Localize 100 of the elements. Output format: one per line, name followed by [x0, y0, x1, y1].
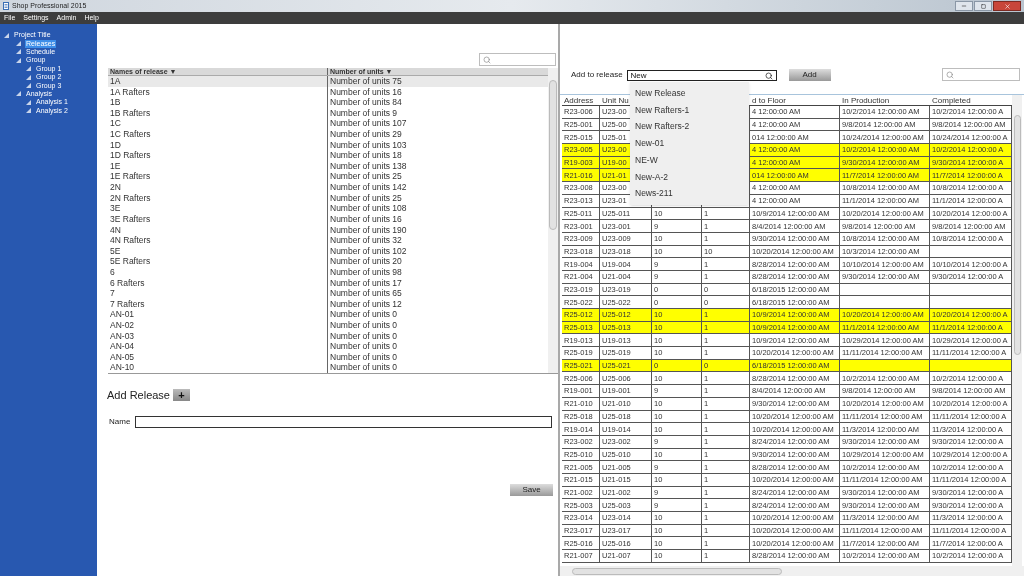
table-cell-text: Number of units 75 [329, 76, 403, 87]
table-row[interactable]: 3E Number of units 108 [108, 203, 548, 214]
table-row[interactable]: 7 Rafters Number of units 12 [108, 298, 548, 310]
table-row[interactable]: AN-02 Number of units 0 [108, 320, 548, 331]
table-row[interactable]: 1D Number of units 103 [108, 139, 548, 151]
table-cell-text: Number of units 16 [329, 213, 403, 225]
table-row[interactable]: 1B Rafters Number of units 9 [108, 107, 548, 119]
table-cell-text: Number of units 0 [329, 341, 399, 352]
table-row[interactable]: 3E Rafters Number of units 16 [108, 213, 548, 225]
table-cell-text: Number of units 103 [329, 139, 408, 151]
table-row[interactable]: 1B Number of units 84 [108, 97, 548, 108]
table-row[interactable]: 4N Rafters Number of units 32 [108, 235, 548, 246]
table-row[interactable]: 7 Number of units 65 [108, 288, 548, 299]
table-cell: 4N [108, 224, 328, 236]
table-row[interactable]: 5E Rafters Number of units 20 [108, 256, 548, 267]
table-cell-text: Number of units 9 [329, 107, 399, 119]
table-cell-text: Number of units 0 [329, 320, 399, 331]
table-row[interactable]: AN-03 Number of units 0 [108, 330, 548, 342]
table-cell: AN-05 [108, 351, 328, 363]
table-cell-text: Number of units 98 [329, 266, 403, 278]
app-icon [3, 2, 9, 10]
table-cell: 1B [108, 97, 328, 108]
table-cell-text: Number of units 18 [329, 150, 403, 161]
search-icon [946, 70, 954, 79]
table-cell-text: Number of units 0 [329, 309, 399, 320]
table-cell-text: Number of units 138 [329, 160, 408, 172]
table-cell-text: Number of units 65 [329, 288, 403, 299]
field-label: Name [109, 415, 131, 428]
table-cell-text: Number of units 0 [329, 362, 399, 374]
table-row[interactable]: 6 Number of units 98 [108, 266, 548, 278]
close-button[interactable] [993, 1, 1021, 11]
add-button[interactable]: + [173, 389, 190, 402]
section-title: Add Release [107, 388, 170, 403]
table-cell: 1C [108, 118, 328, 130]
maximize-button[interactable] [974, 1, 992, 11]
column-header[interactable]: Completed [930, 95, 1012, 105]
table-cell-text: Number of units 190 [329, 224, 408, 236]
table-cell-text: Number of units 107 [329, 118, 408, 130]
table-row[interactable]: 1E Number of units 138 [108, 160, 548, 172]
table-cell: 1C Rafters [108, 129, 328, 140]
table-cell: AN-01 [108, 309, 328, 320]
table-row[interactable]: 2N Number of units 142 [108, 182, 548, 193]
table-row[interactable]: 1C Number of units 107 [108, 118, 548, 130]
save-button[interactable]: Save [510, 483, 553, 496]
table-cell: 5E Rafters [108, 256, 328, 267]
table-row[interactable]: 1D Rafters Number of units 18 [108, 150, 548, 161]
table-cell: 6 Rafters [108, 277, 328, 289]
search-icon [483, 55, 491, 64]
table-cell: 4N Rafters [108, 235, 328, 246]
table-row[interactable]: 2N Rafters Number of units 25 [108, 192, 548, 204]
table-row[interactable]: AN-04 Number of units 0 [108, 341, 548, 352]
add-button[interactable]: Add [788, 69, 831, 81]
expander-icon[interactable] [4, 32, 9, 38]
table-cell: 7 Rafters [108, 298, 328, 310]
column-header[interactable]: Address [562, 95, 600, 105]
table-cell-text: Number of units 16 [329, 86, 403, 98]
table-row[interactable]: 1C Rafters Number of units 29 [108, 129, 548, 140]
table-cell: 1A Rafters [108, 86, 328, 98]
table-cell-text: Number of units 32 [329, 235, 403, 246]
table-row[interactable]: AN-10 Number of units 0 [108, 362, 548, 374]
table-cell-text: Number of units 29 [329, 129, 403, 140]
name-field[interactable] [135, 415, 553, 428]
table-cell: 6 [108, 266, 328, 278]
table-cell-text: Number of units 25 [329, 171, 403, 183]
table-cell-text: Number of units 17 [329, 277, 403, 289]
search-icon [764, 71, 773, 80]
scrollbar[interactable] [548, 68, 558, 373]
table-row[interactable]: AN-01 Number of units 0 [108, 309, 548, 320]
table-row[interactable]: 4N Number of units 190 [108, 224, 548, 236]
release-combobox[interactable]: New [626, 70, 777, 81]
table-cell: 7 [108, 288, 328, 299]
search-field[interactable] [942, 68, 1020, 81]
table-cell: AN-04 [108, 341, 328, 352]
table-cell: 1D Rafters [108, 150, 328, 161]
table-cell-text: Number of units 102 [329, 245, 408, 257]
column-header[interactable]: d to Floor [750, 95, 840, 105]
suggestion-item[interactable]: New Release [635, 85, 749, 102]
minimize-button[interactable] [955, 1, 973, 11]
table-cell-text: Number of units 12 [329, 298, 403, 310]
table-cell: AN-10 [108, 362, 328, 374]
table-cell: 3E Rafters [108, 213, 328, 225]
table-row[interactable]: 5E Number of units 102 [108, 245, 548, 257]
table-cell: 2N [108, 182, 328, 193]
table-cell-text: Number of units 0 [329, 351, 399, 363]
table-row[interactable]: 6 Rafters Number of units 17 [108, 277, 548, 289]
table-row[interactable]: 1A Number of units 75 [108, 76, 548, 87]
horizontal-scrollbar[interactable] [560, 566, 1024, 576]
table-row[interactable]: 1A Rafters Number of units 16 [108, 86, 548, 98]
table-cell: AN-02 [108, 320, 328, 331]
table-cell-text: Number of units 84 [329, 97, 403, 108]
table-row[interactable]: AN-05 Number of units 0 [108, 351, 548, 363]
minimize-icon [961, 3, 967, 9]
search-field[interactable] [479, 53, 556, 66]
column-header[interactable]: In Production [840, 95, 930, 105]
table-cell: 1E Rafters [108, 171, 328, 183]
table-cell: 1D [108, 139, 328, 151]
table-cell-text: Number of units 108 [329, 203, 408, 214]
close-icon [1003, 2, 1011, 10]
table-row[interactable]: 1E Rafters Number of units 25 [108, 171, 548, 183]
scrollbar[interactable] [1012, 95, 1022, 566]
